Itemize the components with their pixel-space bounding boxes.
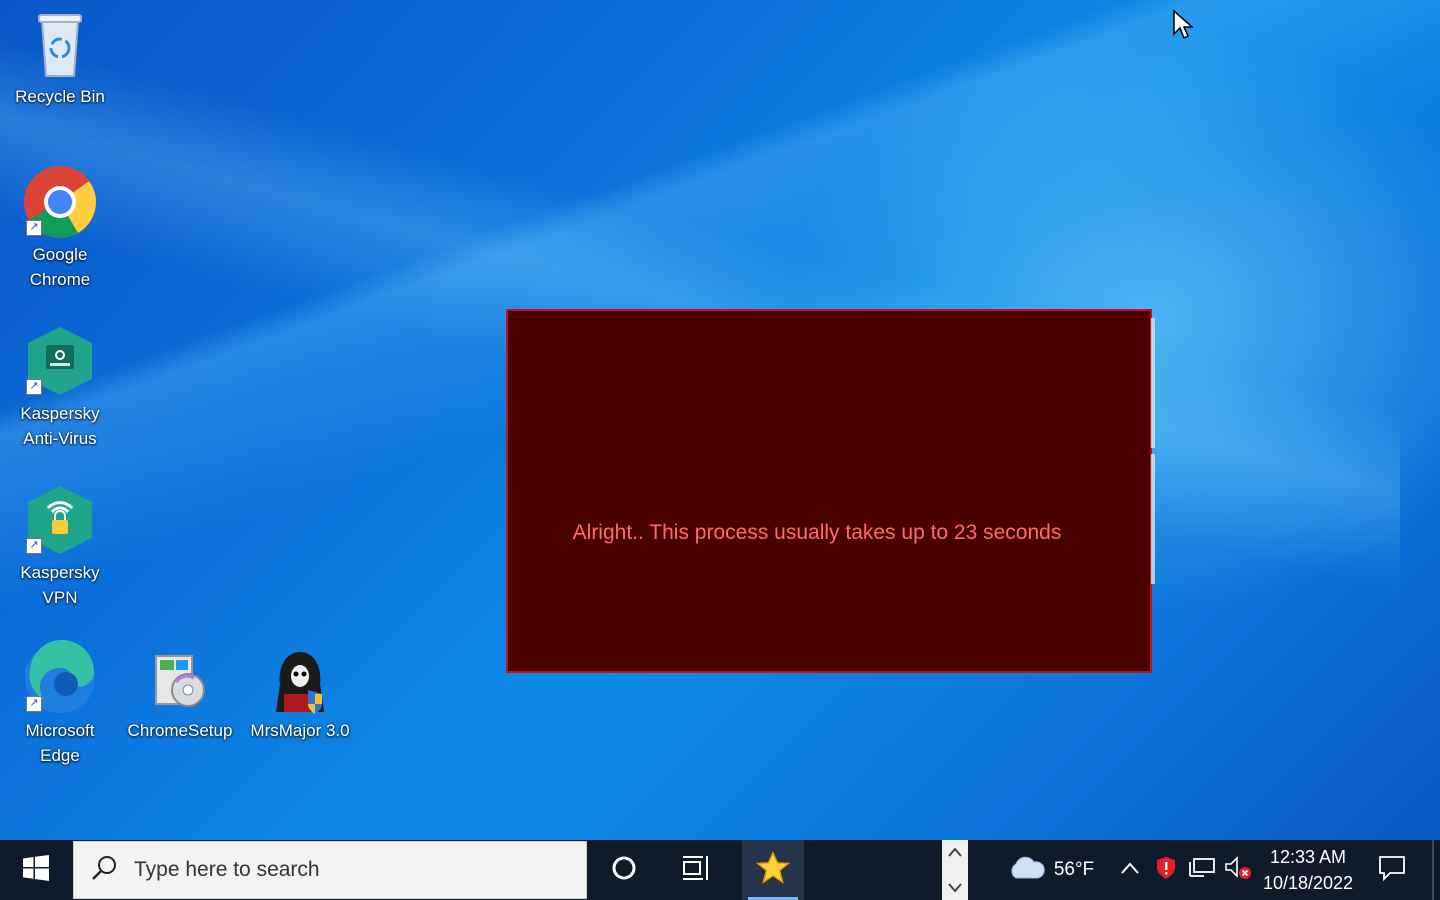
task-view-icon: [681, 854, 711, 887]
kaspersky-antivirus-icon: ↗: [22, 323, 98, 399]
task-view-button[interactable]: [668, 840, 724, 900]
recycle-bin-icon: [22, 6, 98, 82]
system-clock[interactable]: 12:33 AM 10/18/2022: [1250, 844, 1366, 896]
clock-date: 10/18/2022: [1262, 873, 1354, 893]
desktop-icon-label: ChromeSetup: [127, 721, 233, 740]
desktop-icon-label: Recycle Bin: [15, 87, 105, 106]
taskbar-scroll-panel[interactable]: [942, 840, 968, 900]
weather-widget[interactable]: 56°F: [998, 840, 1102, 900]
weather-temperature: 56°F: [1053, 859, 1095, 880]
desktop-icon-label: Kaspersky Anti-Virus: [20, 404, 100, 448]
window-edge-strip: [1151, 318, 1155, 448]
desktop-icon-chromesetup[interactable]: ChromeSetup: [124, 650, 236, 743]
show-desktop-strip[interactable]: [1432, 840, 1434, 900]
action-center-icon: [1378, 855, 1406, 886]
search-icon: [90, 854, 118, 887]
desktop: Recycle Bin ↗ Google Chrome ↗ Kaspersky …: [0, 0, 1440, 840]
malware-popup-window[interactable]: Alright.. This process usually takes up …: [506, 309, 1152, 673]
desktop-icon-label: Google Chrome: [29, 245, 91, 289]
shortcut-arrow-icon: ↗: [26, 220, 42, 236]
search-placeholder: Type here to search: [134, 858, 320, 881]
desktop-icon-label: Kaspersky VPN: [20, 563, 100, 607]
edge-icon: ↗: [22, 639, 98, 716]
chevron-down-icon[interactable]: [948, 880, 962, 896]
security-tray-button[interactable]: [1152, 840, 1180, 900]
desktop-icon-kaspersky-vpn[interactable]: ↗ Kaspersky VPN: [4, 482, 116, 610]
windows-logo-icon: [23, 854, 49, 886]
mrsmajor-icon: [262, 650, 338, 716]
security-shield-icon: [1155, 856, 1177, 885]
desktop-icon-mrsmajor[interactable]: MrsMajor 3.0: [244, 650, 356, 743]
desktop-icon-microsoft-edge[interactable]: ↗ Microsoft Edge: [4, 639, 116, 768]
taskbar-search-box[interactable]: Type here to search: [73, 841, 587, 899]
desktop-icon-label: Microsoft Edge: [25, 721, 95, 765]
popup-message: Alright.. This process usually takes up …: [572, 521, 1062, 544]
mouse-cursor-icon: [1173, 9, 1194, 45]
volume-muted-icon: [1224, 855, 1252, 886]
chrome-icon: ↗: [22, 164, 98, 240]
desktop-icon-label: MrsMajor 3.0: [250, 721, 350, 740]
taskbar: Type here to search 56°F 12:33 AM 10/18/…: [0, 840, 1440, 900]
shortcut-arrow-icon: ↗: [26, 538, 42, 554]
shortcut-arrow-icon: ↗: [26, 696, 42, 712]
cortana-button[interactable]: [596, 840, 652, 900]
desktop-icon-kaspersky-anti-virus[interactable]: ↗ Kaspersky Anti-Virus: [4, 323, 116, 451]
network-tray-button[interactable]: [1186, 840, 1218, 900]
network-icon: [1188, 856, 1216, 885]
desktop-icon-recycle-bin[interactable]: Recycle Bin: [4, 6, 116, 109]
cortana-circle-icon: [610, 854, 638, 887]
start-button[interactable]: [0, 840, 72, 900]
shortcut-arrow-icon: ↗: [26, 379, 42, 395]
window-edge-strip: [1151, 454, 1155, 584]
taskbar-app-star[interactable]: [742, 840, 804, 900]
installer-icon: [142, 650, 218, 716]
chevron-up-icon: [1120, 861, 1140, 880]
kaspersky-vpn-icon: ↗: [22, 482, 98, 558]
desktop-icon-google-chrome[interactable]: ↗ Google Chrome: [4, 164, 116, 292]
action-center-button[interactable]: [1370, 840, 1414, 900]
star-app-icon: [756, 850, 790, 890]
show-hidden-icons-button[interactable]: [1116, 840, 1144, 900]
cloud-icon: [1006, 854, 1046, 887]
clock-time: 12:33 AM: [1269, 847, 1347, 867]
chevron-up-icon[interactable]: [948, 844, 962, 860]
